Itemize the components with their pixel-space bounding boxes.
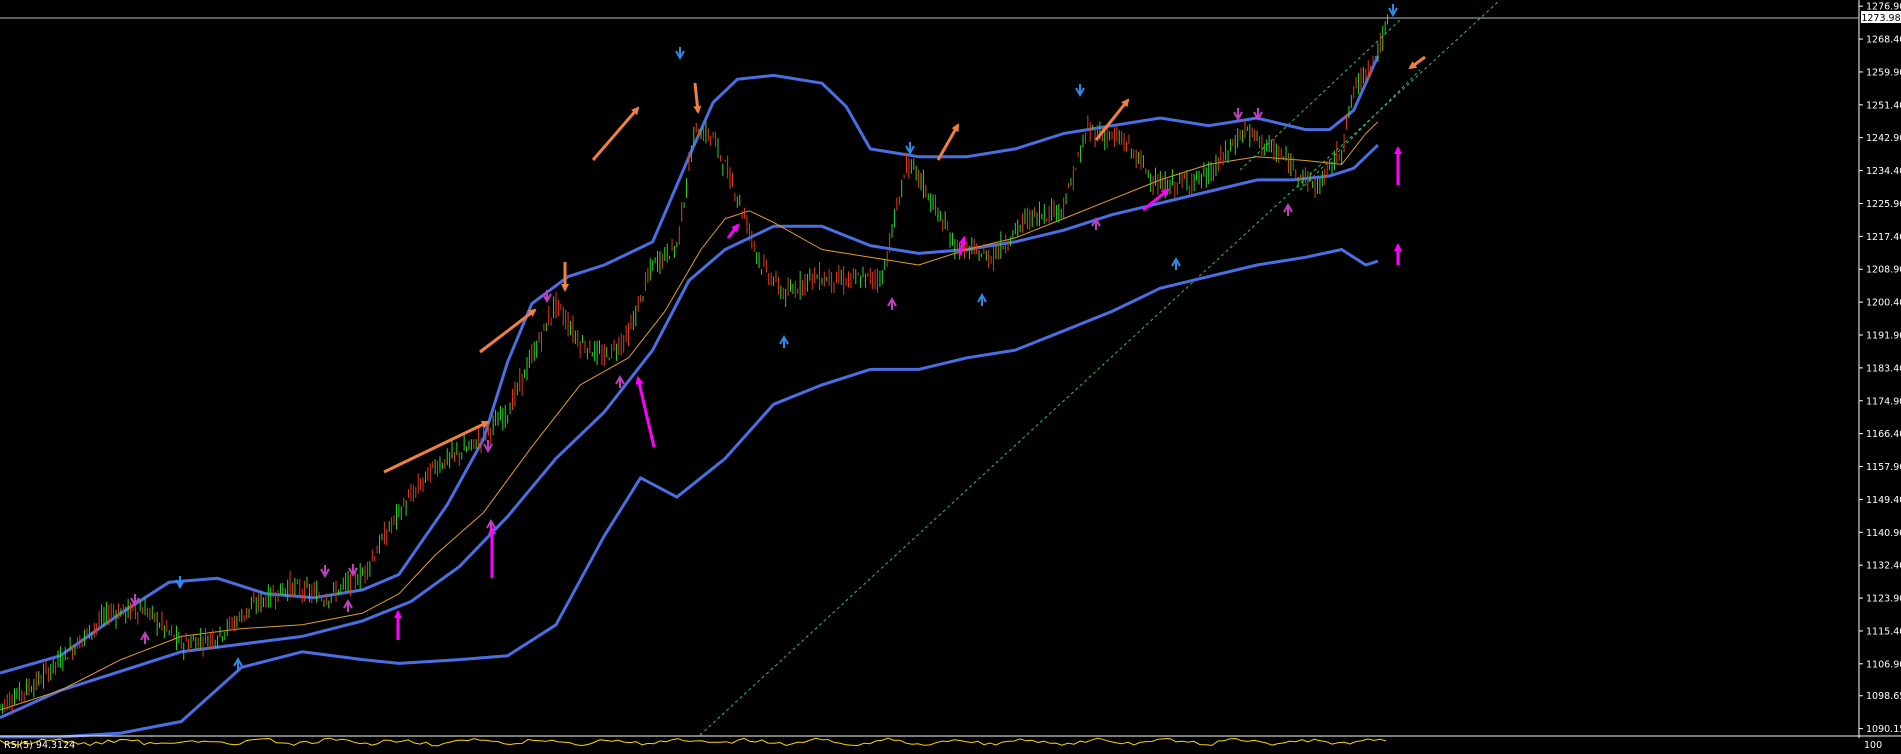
y-tick-label: 1166.40 [1866, 429, 1901, 440]
y-tick-label: 1132.40 [1866, 561, 1901, 572]
y-tick-label: 1217.40 [1866, 232, 1901, 243]
y-tick-label: 1259.90 [1866, 67, 1901, 78]
y-tick-label: 1183.40 [1866, 363, 1901, 374]
y-tick-label: 1208.90 [1866, 265, 1901, 276]
y-tick-label: 1200.40 [1866, 298, 1901, 309]
y-tick-label: 1157.90 [1866, 462, 1901, 473]
current-price-label: 1273.98 [1861, 13, 1900, 24]
y-tick-label: 1140.90 [1866, 528, 1901, 539]
y-tick-label: 1225.90 [1866, 199, 1901, 210]
y-tick-label: 1174.90 [1866, 396, 1901, 407]
y-tick-label: 1106.90 [1866, 659, 1901, 670]
y-tick-label: 1251.40 [1866, 100, 1901, 111]
y-tick-label: 1268.40 [1866, 35, 1901, 46]
y-tick-label: 1115.40 [1866, 626, 1901, 637]
chart-canvas[interactable]: 1276.901268.401259.901251.401242.901234.… [0, 0, 1901, 751]
y-tick-label: 1242.90 [1866, 133, 1901, 144]
y-tick-label: 1090.15 [1866, 724, 1901, 735]
rsi-scale-top: 100 [1864, 740, 1882, 750]
y-tick-label: 1098.65 [1866, 691, 1901, 702]
y-tick-label: 1191.90 [1866, 331, 1901, 342]
y-tick-label: 1149.40 [1866, 495, 1901, 506]
y-tick-label: 1234.40 [1866, 166, 1901, 177]
y-tick-label: 1123.90 [1866, 594, 1901, 605]
price-chart[interactable]: 1276.901268.401259.901251.401242.901234.… [0, 0, 1901, 751]
